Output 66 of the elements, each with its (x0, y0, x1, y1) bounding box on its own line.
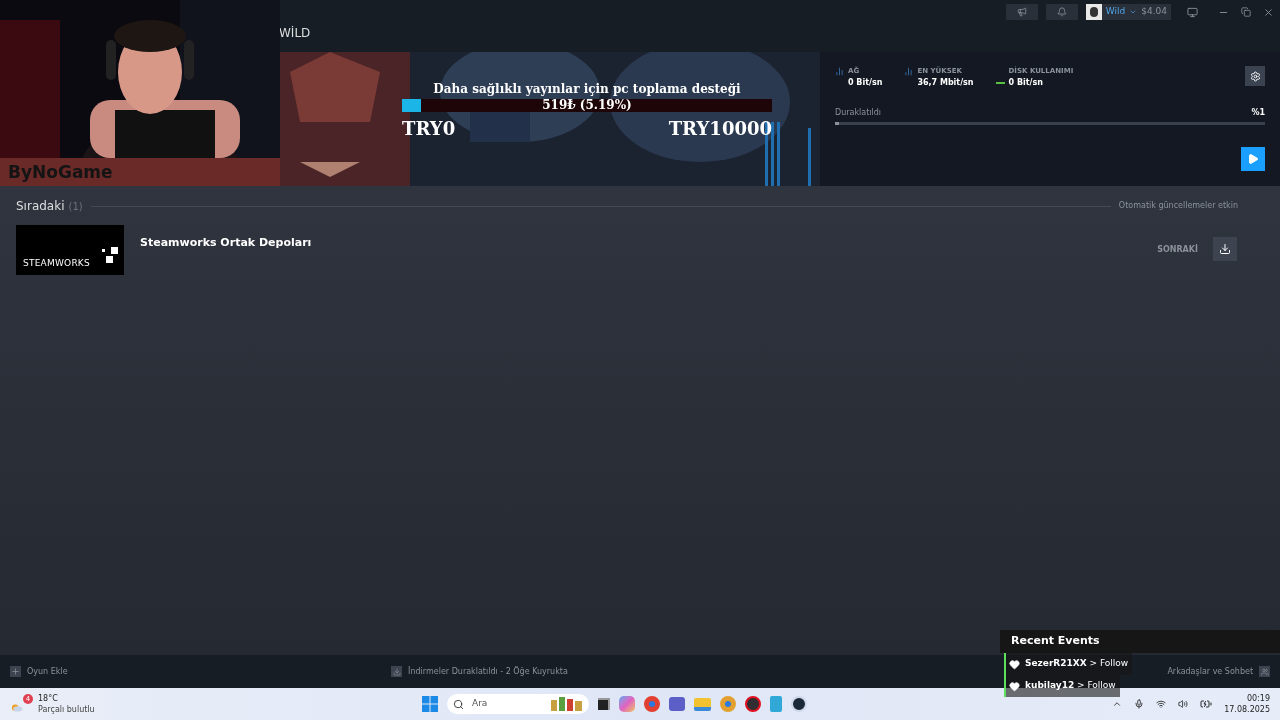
microphone-icon[interactable] (1134, 699, 1145, 709)
stat-value: 36,7 Mbit/sn (917, 76, 974, 89)
downloads-status-button[interactable]: İndirmeler Duraklatıldı - 2 Öğe Kuyrukta (391, 665, 568, 678)
heart-icon (1009, 680, 1020, 692)
goal-minimum: TRY0 (402, 117, 456, 141)
settings-button[interactable] (1245, 66, 1265, 86)
heart-icon (1009, 658, 1020, 670)
temperature: 18°C (38, 693, 59, 704)
browser-icon[interactable] (720, 696, 736, 712)
bar-chart-icon (904, 67, 914, 76)
pixel-squares-icon (102, 247, 118, 263)
stat-value: 0 Bit/sn (1008, 76, 1044, 89)
profile-name[interactable]: WİLD (279, 24, 311, 42)
search-highlight-icon (551, 697, 583, 711)
resume-button[interactable] (1241, 147, 1265, 171)
speaker-icon[interactable] (1178, 699, 1189, 709)
taskbar-search-field[interactable]: Ara (447, 694, 589, 714)
auto-update-text: Otomatik güncellemeler etkin (1118, 200, 1238, 212)
weather-description: Parçalı bulutlu (38, 704, 95, 715)
brand-logo: ByNoGame (8, 162, 113, 182)
restore-icon[interactable] (1241, 7, 1251, 17)
downloads-icon (391, 666, 403, 677)
bar-chart-icon (835, 67, 844, 76)
plus-icon (10, 666, 21, 677)
event-text: SezerR21XX > Follow (1025, 657, 1129, 671)
recorder-icon[interactable] (745, 696, 761, 712)
bell-icon (1056, 7, 1067, 17)
friends-chat-button[interactable]: Arkadaşlar ve Sohbet (1167, 665, 1270, 678)
settings-icon (1249, 70, 1261, 82)
chevron-down-icon (1129, 8, 1138, 16)
copilot-icon[interactable] (619, 696, 635, 712)
chevron-up-icon[interactable] (1112, 699, 1123, 709)
recent-events-title: Recent Events (1011, 633, 1100, 650)
event-text: kubilay12 > Follow (1025, 679, 1116, 693)
next-label: SONRAKİ (1157, 244, 1198, 256)
close-icon[interactable] (1263, 6, 1274, 18)
account-menu-button[interactable]: Wild $4.04 (1085, 4, 1171, 20)
clock-time: 00:19 (1246, 693, 1270, 704)
download-button[interactable] (1213, 237, 1237, 261)
progress-percent: %1 (1251, 107, 1265, 119)
status-text: Duraklatıldı (835, 107, 882, 119)
add-game-button[interactable]: Oyun Ekle (10, 665, 68, 678)
network-icon[interactable] (1156, 699, 1167, 709)
notifications-button[interactable] (1045, 4, 1078, 20)
section-title: Sıradaki (16, 198, 65, 215)
goal-maximum: TRY10000 (668, 117, 772, 141)
thumbnail-logo-text: STEAMWORKS (23, 256, 90, 270)
folder-icon[interactable] (694, 697, 711, 711)
megaphone-icon (1016, 7, 1027, 17)
search-icon (453, 698, 464, 710)
announcements-button[interactable] (1005, 4, 1038, 20)
steam-icon[interactable] (791, 696, 807, 712)
queue-count: (1) (68, 199, 83, 214)
clock-date: 17.08.2025 (1224, 704, 1270, 715)
download-icon (1219, 243, 1231, 255)
avatar-icon (1085, 4, 1102, 20)
play-icon (1247, 153, 1259, 165)
monitor-icon[interactable] (1187, 6, 1198, 18)
game-title[interactable]: Steamworks Ortak Depoları (140, 235, 312, 252)
task-view-icon[interactable] (598, 698, 610, 710)
goal-title: Daha sağlıklı yayınlar için pc toplama desteği (432, 81, 742, 98)
goal-progress-text: 519₺ (5.19%) (541, 99, 633, 112)
browser-icon[interactable] (644, 696, 660, 712)
stat-value: 0 Bit/sn (848, 76, 883, 89)
friends-icon (1259, 666, 1270, 677)
windows-start-icon[interactable] (422, 696, 438, 712)
